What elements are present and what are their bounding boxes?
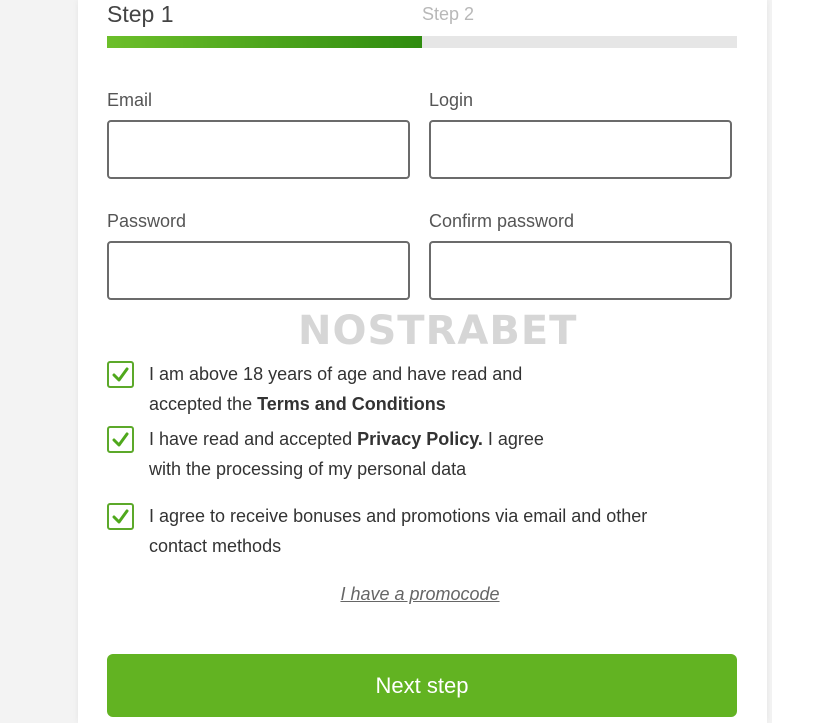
privacy-checkbox[interactable] bbox=[107, 426, 134, 453]
password-label: Password bbox=[107, 211, 187, 231]
privacy-line1-post: I agree bbox=[482, 429, 544, 449]
email-field[interactable] bbox=[107, 120, 410, 179]
email-label: Email bbox=[107, 90, 153, 110]
privacy-text: I have read and accepted Privacy Policy.… bbox=[149, 424, 689, 484]
age-terms-line1: I am above 18 years of age and have read… bbox=[149, 364, 523, 384]
age-terms-checkbox[interactable] bbox=[107, 361, 134, 388]
step-2-label: Step 2 bbox=[422, 4, 475, 24]
privacy-line2: with the processing of my personal data bbox=[149, 459, 467, 479]
next-step-button[interactable]: Next step bbox=[107, 654, 737, 717]
login-label: Login bbox=[429, 90, 474, 110]
confirm-password-field[interactable] bbox=[429, 241, 732, 300]
privacy-policy-link[interactable]: Privacy Policy. bbox=[357, 429, 483, 449]
checkmark-icon bbox=[112, 432, 129, 447]
password-field[interactable] bbox=[107, 241, 410, 300]
promotions-checkbox[interactable] bbox=[107, 503, 134, 530]
watermark-logo: NOSTRABET bbox=[298, 308, 578, 354]
terms-link[interactable]: Terms and Conditions bbox=[257, 394, 446, 414]
promotions-line2: contact methods bbox=[149, 536, 282, 556]
privacy-line1-pre: I have read and accepted bbox=[149, 429, 358, 449]
side-card bbox=[772, 0, 840, 723]
confirm-password-label: Confirm password bbox=[429, 211, 575, 231]
age-terms-text: I am above 18 years of age and have read… bbox=[149, 359, 689, 419]
step-1-label: Step 1 bbox=[107, 1, 174, 27]
step-progress-bar bbox=[107, 36, 737, 48]
login-field[interactable] bbox=[429, 120, 732, 179]
age-terms-line2: accepted the bbox=[149, 394, 258, 414]
promocode-link[interactable]: I have a promocode bbox=[0, 584, 840, 605]
checkmark-icon bbox=[112, 367, 129, 382]
promotions-text: I agree to receive bonuses and promotion… bbox=[149, 501, 689, 561]
promotions-line1: I agree to receive bonuses and promotion… bbox=[149, 506, 648, 526]
checkmark-icon bbox=[112, 509, 129, 524]
progress-fill bbox=[107, 36, 422, 48]
